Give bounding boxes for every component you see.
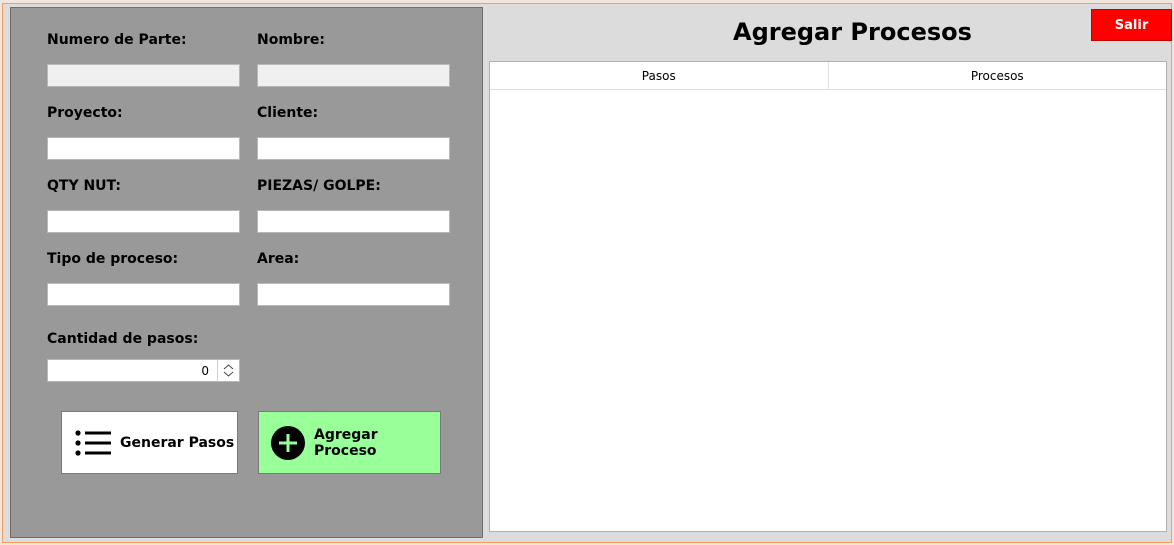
agregar-proceso-button[interactable]: Agregar Proceso [258,411,441,474]
agregar-proceso-label: Agregar Proceso [314,426,378,459]
table-header: Pasos Procesos [490,62,1166,90]
procesos-table: Pasos Procesos [489,61,1167,532]
numero-parte-field[interactable] [47,64,240,87]
page-title: Agregar Procesos [733,18,972,46]
tipo-proceso-label: Tipo de proceso: [47,251,179,267]
cliente-label: Cliente: [257,105,319,121]
proyecto-label: Proyecto: [47,105,123,121]
plus-circle-icon [270,425,306,461]
piezas-golpe-field[interactable] [257,210,450,233]
list-icon [74,427,112,459]
generar-pasos-button[interactable]: Generar Pasos [61,411,238,474]
cantidad-pasos-stepper[interactable]: 0 [47,359,240,382]
cantidad-pasos-value: 0 [201,364,209,378]
column-header-pasos[interactable]: Pasos [490,62,828,89]
exit-button[interactable]: Salir [1091,9,1172,41]
main-window: Numero de Parte: Nombre: Proyecto: Clien… [2,3,1172,543]
proyecto-field[interactable] [47,137,240,160]
nombre-label: Nombre: [257,32,325,48]
cliente-field[interactable] [257,137,450,160]
qty-nut-field[interactable] [47,210,240,233]
area-field[interactable] [257,283,450,306]
form-panel: Numero de Parte: Nombre: Proyecto: Clien… [10,7,483,538]
area-label: Area: [257,251,300,267]
numero-parte-label: Numero de Parte: [47,32,187,48]
qty-nut-label: QTY NUT: [47,178,121,194]
cantidad-pasos-label: Cantidad de pasos: [47,331,199,347]
tipo-proceso-field[interactable] [47,283,240,306]
column-header-procesos[interactable]: Procesos [827,62,1167,89]
stepper-arrows-icon[interactable] [217,360,239,381]
generar-pasos-label: Generar Pasos [120,434,235,451]
nombre-field[interactable] [257,64,450,87]
piezas-golpe-label: PIEZAS/ GOLPE: [257,178,381,194]
